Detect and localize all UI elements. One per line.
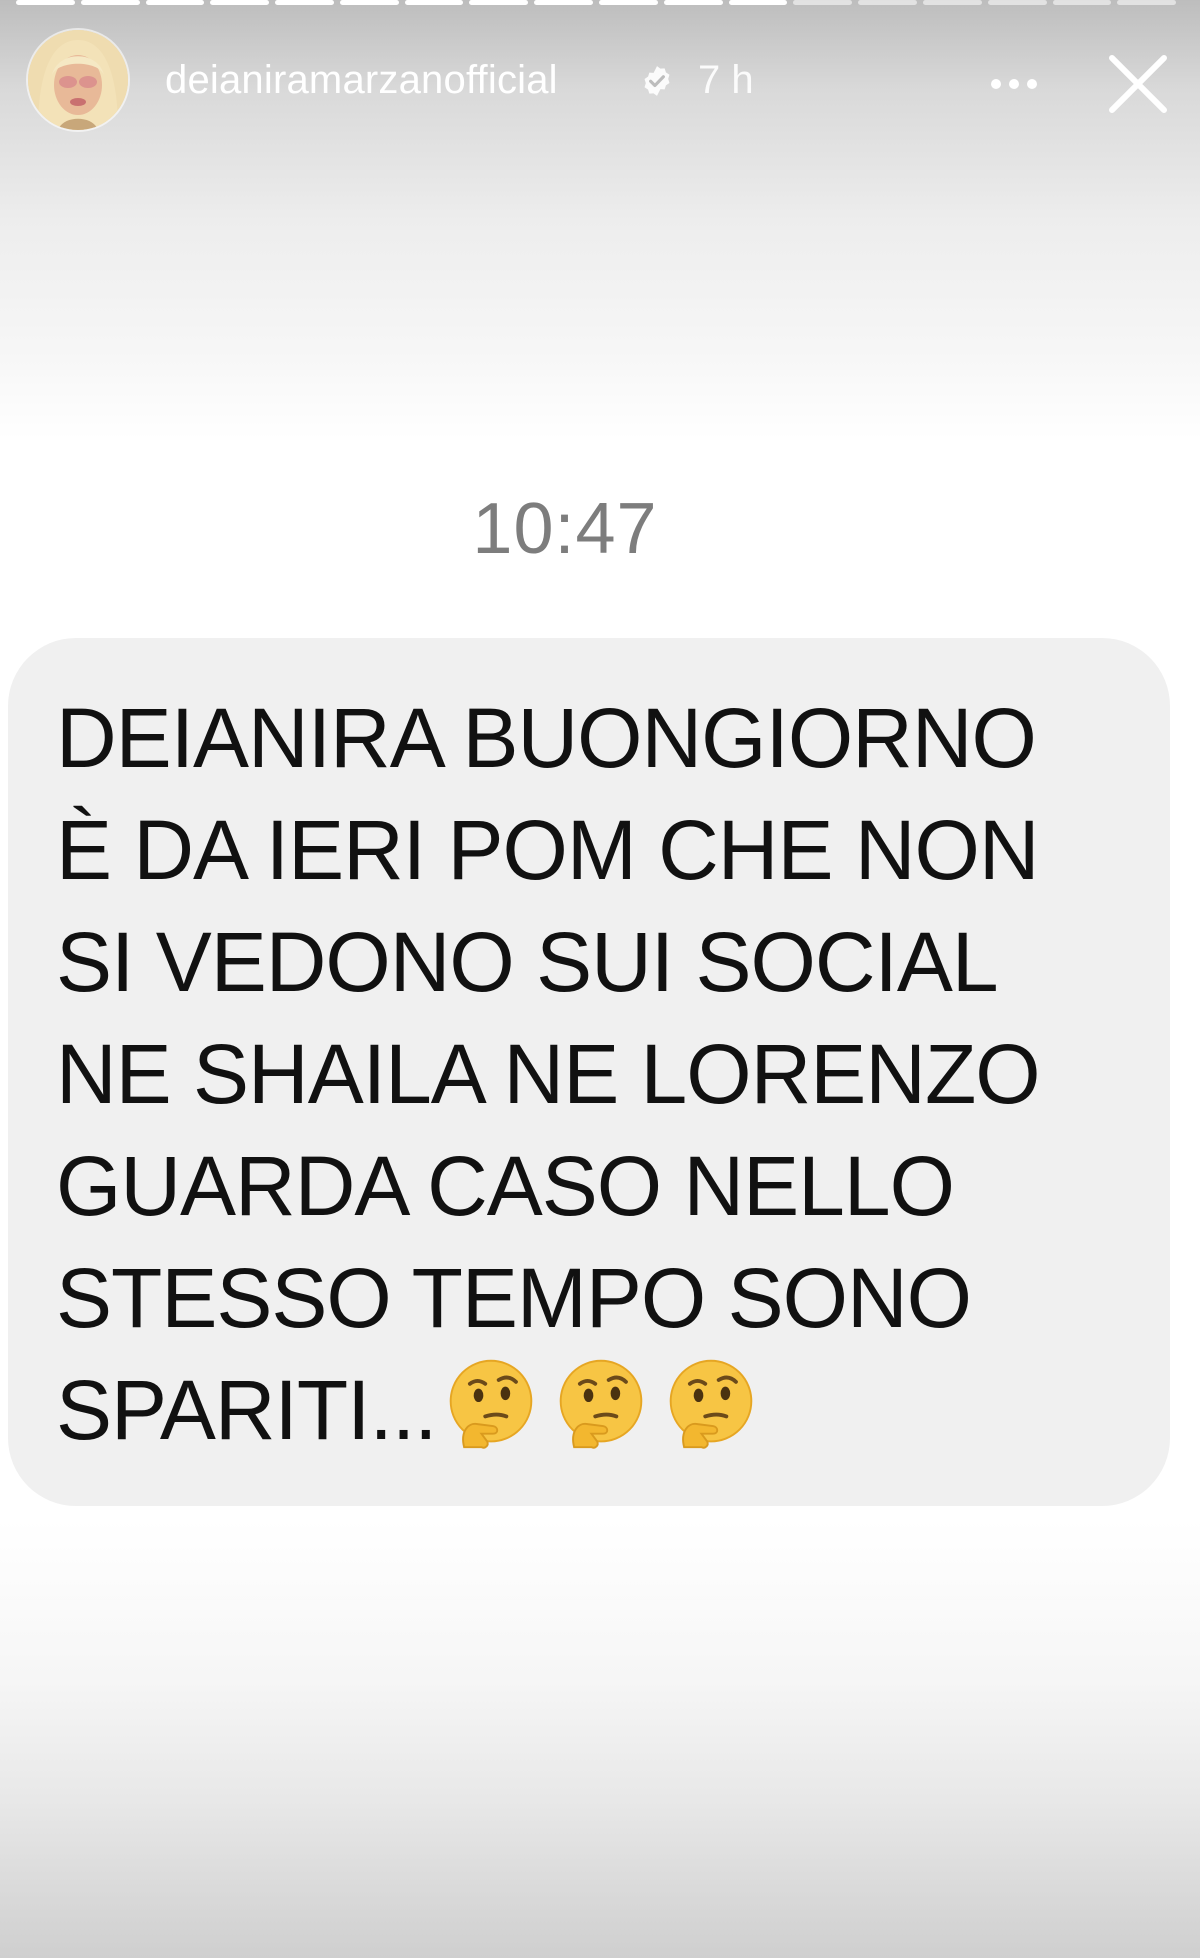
message-text: DEIANIRA BUONGIORNO È DA IERI POM CHE NO… xyxy=(56,682,1136,1478)
progress-segment xyxy=(339,0,399,5)
story-viewer[interactable]: deianiramarzanofficial 7 h 10:47 DEIANIR… xyxy=(0,0,1200,1958)
progress-segment xyxy=(1117,0,1177,5)
progress-segment xyxy=(987,0,1047,5)
post-time: 7 h xyxy=(698,58,754,102)
progress-segment xyxy=(793,0,853,5)
progress-segment xyxy=(922,0,982,5)
progress-segment xyxy=(728,0,788,5)
progress-segment xyxy=(275,0,334,5)
profile-avatar[interactable] xyxy=(28,30,128,130)
progress-segment xyxy=(599,0,658,5)
avatar-image xyxy=(28,30,128,130)
story-progress-bar xyxy=(16,0,1177,6)
thinking-face-emoji xyxy=(663,1355,759,1451)
more-icon[interactable] xyxy=(984,64,1044,104)
progress-segment xyxy=(469,0,529,5)
close-icon[interactable] xyxy=(1104,50,1172,118)
verified-badge-icon xyxy=(640,64,674,98)
message-body: DEIANIRA BUONGIORNO È DA IERI POM CHE NO… xyxy=(56,691,1041,1457)
username[interactable]: deianiramarzanofficial xyxy=(165,58,558,103)
message-bubble: DEIANIRA BUONGIORNO È DA IERI POM CHE NO… xyxy=(8,638,1170,1506)
progress-segment xyxy=(404,0,464,5)
progress-segment xyxy=(534,0,594,5)
thinking-face-emoji xyxy=(443,1355,539,1451)
progress-segment xyxy=(16,0,75,5)
progress-segment xyxy=(145,0,205,5)
progress-segment xyxy=(1052,0,1112,5)
progress-segment xyxy=(210,0,270,5)
progress-segment xyxy=(663,0,723,5)
progress-segment xyxy=(858,0,917,5)
story-header: deianiramarzanofficial 7 h xyxy=(0,20,1200,140)
message-timestamp: 10:47 xyxy=(472,489,658,569)
thinking-face-emoji xyxy=(553,1355,649,1451)
emoji-row xyxy=(443,1355,773,1478)
progress-segment xyxy=(80,0,140,5)
